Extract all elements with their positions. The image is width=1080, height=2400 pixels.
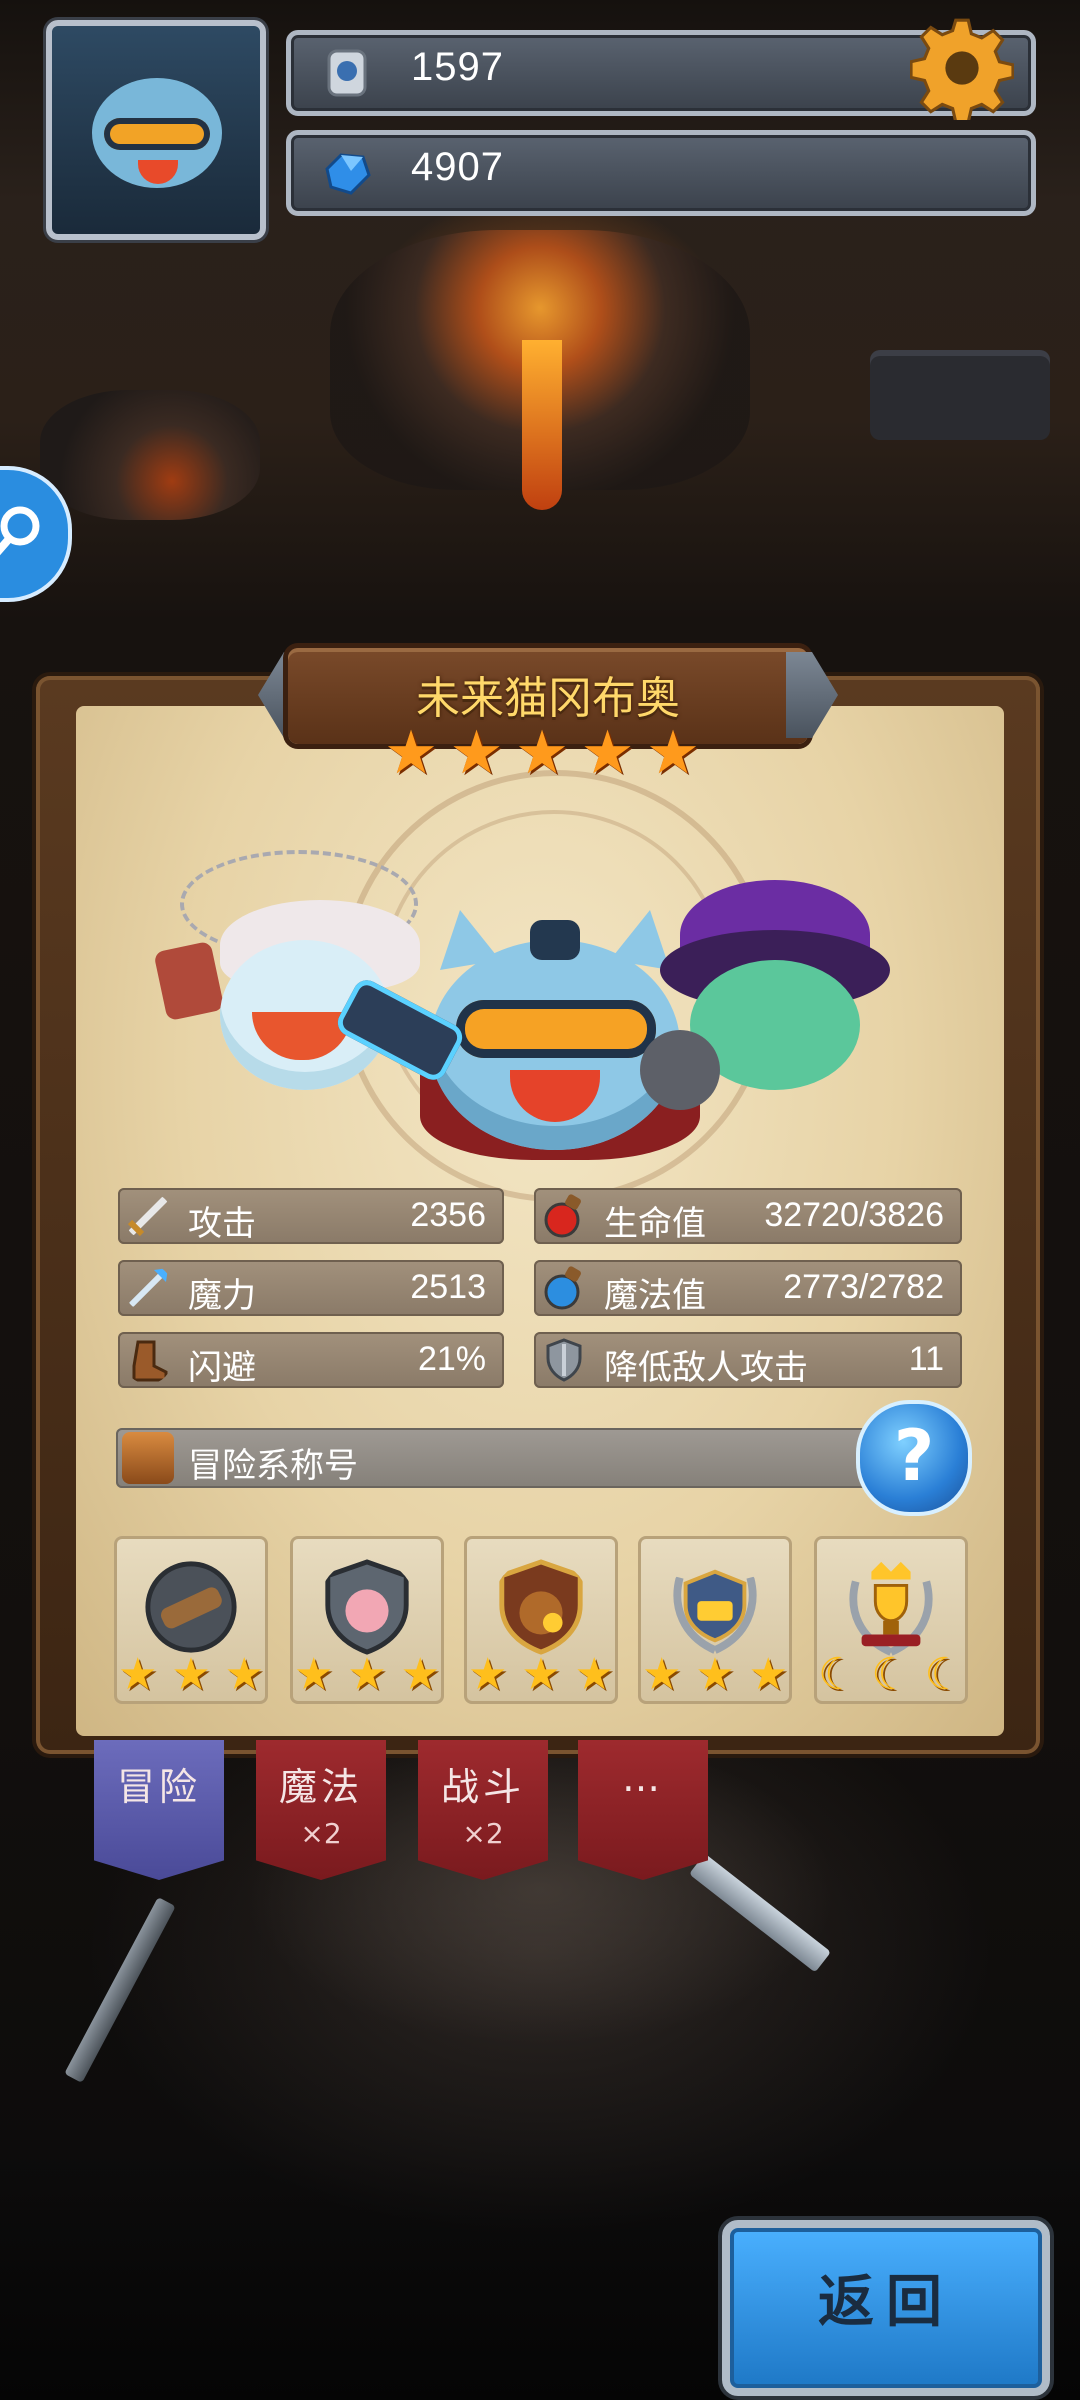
help-button[interactable]: ? xyxy=(856,1400,972,1516)
avatar-visor xyxy=(104,118,210,150)
star-icon: ★ xyxy=(294,1649,334,1700)
badge-star-rating: ★ ★ ★ xyxy=(468,1652,614,1698)
player-avatar[interactable] xyxy=(46,20,266,240)
hero-goggles xyxy=(456,1000,656,1058)
tab-label: … xyxy=(622,1756,664,1800)
money-bag-badge-icon xyxy=(499,1559,583,1655)
stat-hp: 生命值 32720/3826 xyxy=(534,1188,962,1244)
boot-icon xyxy=(132,1340,168,1382)
stat-value: 2513 xyxy=(410,1268,486,1306)
star-icon: ★ xyxy=(384,718,438,788)
tab-label: 魔法 xyxy=(278,1765,363,1809)
tab-magic[interactable]: 魔法 ×2 xyxy=(256,1740,386,1880)
stat-value: 2773/2782 xyxy=(783,1268,944,1306)
star-icon: ★ xyxy=(580,718,635,788)
anvil-decoration xyxy=(870,350,1050,440)
stat-label: 攻击 xyxy=(188,1204,256,1244)
sword-icon xyxy=(127,1196,168,1237)
star-icon: ★ xyxy=(646,718,700,788)
star-icon: ★ xyxy=(224,1649,264,1700)
tab-label: 冒险 xyxy=(116,1765,201,1809)
mp-potion-icon xyxy=(544,1266,581,1310)
badge-star-rating: ★ ★ ★ xyxy=(294,1652,440,1698)
stat-label: 生命值 xyxy=(604,1204,706,1244)
star-icon: ★ xyxy=(400,1649,440,1700)
tab-multiplier: ×2 xyxy=(462,1817,504,1850)
title-badge-trophy[interactable]: ☾ ☾ ☾ xyxy=(814,1536,968,1704)
star-icon: ★ xyxy=(347,1649,387,1700)
hero-star-rating: ★ ★ ★ ★ ★ xyxy=(382,718,702,788)
stat-mp: 魔法值 2773/2782 xyxy=(534,1260,962,1316)
star-icon: ★ xyxy=(574,1649,614,1700)
tab-adventure[interactable]: 冒险 xyxy=(94,1740,224,1880)
stat-value: 11 xyxy=(908,1340,944,1378)
tab-more[interactable]: … xyxy=(578,1740,708,1880)
stat-dodge: 闪避 21% xyxy=(118,1332,504,1388)
silver-coin-icon xyxy=(327,49,367,97)
spyglass-badge-icon xyxy=(145,1561,237,1653)
badge-moon-rating: ☾ ☾ ☾ xyxy=(818,1652,964,1698)
stat-value: 32720/3826 xyxy=(764,1196,944,1234)
molten-metal-decoration xyxy=(522,340,562,510)
stat-label: 魔法值 xyxy=(604,1276,706,1316)
magnifier-icon xyxy=(0,506,40,556)
star-icon: ★ xyxy=(171,1649,211,1700)
stat-attack: 攻击 2356 xyxy=(118,1188,504,1244)
magic-wand-icon xyxy=(129,1268,168,1307)
trophy-crown-badge-icon xyxy=(849,1561,933,1656)
title-badge-spyglass[interactable]: ★ ★ ★ xyxy=(114,1536,268,1704)
stat-label: 降低敌人攻击 xyxy=(604,1348,808,1388)
back-button[interactable]: 返回 xyxy=(722,2220,1050,2396)
gem-currency-bar: 4907 xyxy=(286,130,1036,216)
star-icon: ★ xyxy=(748,1649,788,1700)
coal-pile-decoration xyxy=(40,390,260,520)
badge-star-rating: ★ ★ ★ xyxy=(118,1652,264,1698)
moon-icon: ☾ xyxy=(924,1649,964,1700)
hero-ears xyxy=(440,910,670,970)
tab-combat[interactable]: 战斗 ×2 xyxy=(418,1740,548,1880)
stat-damage-reduction: 降低敌人攻击 11 xyxy=(534,1332,962,1388)
title-scroll-icon xyxy=(122,1432,174,1484)
moon-icon: ☾ xyxy=(818,1649,858,1700)
stat-label: 闪避 xyxy=(188,1348,256,1388)
title-badge-treasure[interactable]: ★ ★ ★ xyxy=(638,1536,792,1704)
stat-label: 魔力 xyxy=(188,1276,256,1316)
hp-potion-icon xyxy=(544,1194,581,1238)
silver-value: 1597 xyxy=(411,45,504,89)
title-section-label: 冒险系称号 xyxy=(188,1446,358,1486)
star-icon: ★ xyxy=(449,718,504,788)
treasure-laurel-badge-icon xyxy=(673,1569,757,1654)
star-icon: ★ xyxy=(468,1649,508,1700)
stat-value: 2356 xyxy=(410,1196,486,1234)
magnifier-side-button[interactable] xyxy=(0,466,72,602)
badge-star-rating: ★ ★ ★ xyxy=(642,1652,788,1698)
moon-icon: ☾ xyxy=(871,1649,911,1700)
gem-value: 4907 xyxy=(411,145,504,189)
hero-name: 未来猫冈布奥 xyxy=(416,673,680,724)
star-icon: ★ xyxy=(642,1649,682,1700)
settings-gear-icon[interactable] xyxy=(910,16,1014,120)
title-badge-money-bag[interactable]: ★ ★ ★ xyxy=(464,1536,618,1704)
adventure-title-row[interactable]: 冒险系称号 xyxy=(116,1428,886,1488)
star-icon: ★ xyxy=(521,1649,561,1700)
mouse-companion xyxy=(640,1030,720,1110)
star-icon: ★ xyxy=(118,1649,158,1700)
blue-gem-icon xyxy=(325,153,371,195)
tab-multiplier: ×2 xyxy=(300,1817,342,1850)
stat-value: 21% xyxy=(417,1340,486,1378)
stat-magic-power: 魔力 2513 xyxy=(118,1260,504,1316)
pig-shield-badge-icon xyxy=(325,1559,409,1655)
star-icon: ★ xyxy=(695,1649,735,1700)
shield-icon xyxy=(546,1338,582,1382)
tab-label: 战斗 xyxy=(440,1765,525,1809)
star-icon: ★ xyxy=(515,718,569,788)
title-badge-pig-shield[interactable]: ★ ★ ★ xyxy=(290,1536,444,1704)
